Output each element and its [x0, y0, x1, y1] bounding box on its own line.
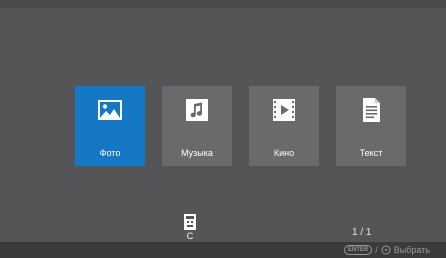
- tile-text[interactable]: Текст: [336, 86, 406, 166]
- media-menu-screen: Фото Музыка Кино Текст C 1 / 1 ENTER / В…: [0, 0, 446, 258]
- photo-icon: [98, 100, 122, 120]
- ok-button-icon: [381, 245, 391, 255]
- tile-movie-label: Кино: [273, 148, 295, 158]
- music-icon: [186, 99, 208, 121]
- usb-drive-icon: [184, 214, 196, 230]
- drive-label: C: [186, 231, 194, 241]
- tile-photo[interactable]: Фото: [75, 86, 145, 166]
- enter-key-badge: ENTER: [343, 245, 373, 255]
- bottom-hint-bar: ENTER / Выбрать: [0, 242, 446, 258]
- hint-separator: /: [375, 245, 378, 255]
- tile-music[interactable]: Музыка: [162, 86, 232, 166]
- film-icon: [273, 99, 295, 121]
- tile-photo-label: Фото: [99, 148, 121, 158]
- page-counter: 1 / 1: [352, 227, 372, 238]
- drive-selector[interactable]: C: [180, 214, 200, 244]
- tile-text-label: Текст: [359, 148, 383, 158]
- tile-music-label: Музыка: [181, 148, 213, 158]
- select-hint: ENTER / Выбрать: [343, 244, 430, 256]
- tile-movie[interactable]: Кино: [249, 86, 319, 166]
- hint-select-label: Выбрать: [393, 245, 430, 255]
- top-band: [0, 0, 446, 8]
- text-document-icon: [363, 98, 380, 122]
